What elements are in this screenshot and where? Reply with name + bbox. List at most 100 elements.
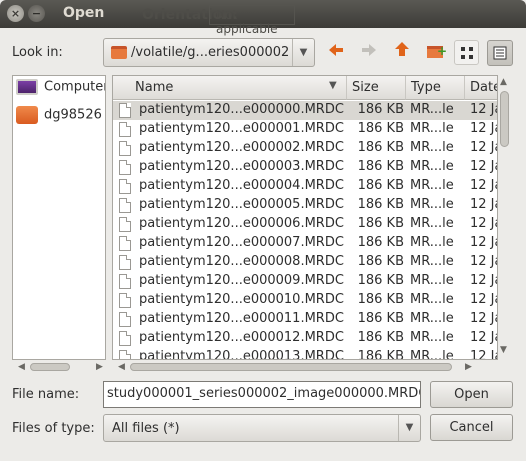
file-row[interactable]: patientym120...e000013.MRDC 186 KB MR...le… [113, 348, 497, 360]
file-date: 12 Ja [470, 102, 497, 117]
file-row[interactable]: patientym120...e000008.MRDC 186 KB MR...le… [113, 253, 497, 272]
file-row[interactable]: patientym120...e000007.MRDC 186 KB MR...le… [113, 234, 497, 253]
file-type: MR...le [410, 216, 454, 231]
column-name-label: Name [135, 80, 174, 95]
look-in-path: /volatile/g...eries000002 [131, 45, 290, 60]
files-of-type-combo[interactable]: All files (*) ▼ [103, 414, 421, 442]
file-date: 12 Ja [470, 216, 497, 231]
files-of-type-label: Files of type: [12, 421, 95, 436]
file-name-input[interactable]: study000001_series000002_image000000.MRD… [103, 381, 421, 408]
scroll-right-icon[interactable]: ▶ [96, 362, 103, 372]
file-size: 186 KB [357, 159, 404, 174]
forward-arrow-icon[interactable] [357, 40, 381, 64]
file-size: 186 KB [357, 216, 404, 231]
scrollbar-thumb[interactable] [500, 91, 509, 147]
file-row[interactable]: patientym120...e000009.MRDC 186 KB MR...le… [113, 272, 497, 291]
document-icon [119, 274, 131, 289]
title-bar: × − Open Orientation: Not applicable [0, 0, 526, 36]
file-row[interactable]: patientym120...e000001.MRDC 186 KB MR...le… [113, 120, 497, 139]
file-list-vertical-scrollbar[interactable]: ▲ ▼ [498, 75, 512, 360]
file-date: 12 Ja [470, 159, 497, 174]
file-date: 12 Ja [470, 273, 497, 288]
document-icon [119, 312, 131, 327]
file-row[interactable]: patientym120...e000012.MRDC 186 KB MR...le… [113, 329, 497, 348]
column-header-type[interactable]: Type [406, 76, 465, 100]
place-label: dg98526 [44, 107, 102, 123]
chevron-down-icon[interactable]: ▼ [292, 39, 314, 66]
file-type: MR...le [410, 292, 454, 307]
file-type: MR...le [410, 330, 454, 345]
file-row[interactable]: patientym120...e000003.MRDC 186 KB MR...le… [113, 158, 497, 177]
file-name: patientym120...e000005.MRDC [139, 197, 344, 212]
place-computer[interactable]: Computer [16, 79, 105, 103]
open-button[interactable]: Open [430, 381, 513, 408]
list-view-icon[interactable] [487, 40, 513, 66]
file-row[interactable]: patientym120...e000010.MRDC 186 KB MR...le… [113, 291, 497, 310]
column-header-name[interactable]: Name ▼ [113, 76, 347, 100]
scroll-up-icon[interactable]: ▲ [500, 77, 507, 87]
file-name: patientym120...e000007.MRDC [139, 235, 344, 250]
file-size: 186 KB [357, 178, 404, 193]
file-type: MR...le [410, 254, 454, 269]
file-name: patientym120...e000011.MRDC [139, 311, 344, 326]
file-date: 12 Ja [470, 121, 497, 136]
column-header-date[interactable]: Date [465, 76, 497, 100]
scroll-left-icon[interactable]: ◀ [18, 362, 25, 372]
scrollbar-thumb[interactable] [30, 363, 70, 371]
file-name: patientym120...e000009.MRDC [139, 273, 344, 288]
place-dg98526[interactable]: dg98526 [16, 106, 102, 130]
window-title: Open [63, 5, 105, 21]
document-icon [119, 179, 131, 194]
file-type: MR...le [410, 235, 454, 250]
file-row[interactable]: patientym120...e000005.MRDC 186 KB MR...le… [113, 196, 497, 215]
minimize-window-icon[interactable]: − [28, 5, 45, 22]
cancel-button[interactable]: Cancel [430, 414, 513, 441]
file-type: MR...le [410, 121, 454, 136]
scrollbar-thumb[interactable] [130, 363, 452, 371]
document-icon [119, 103, 131, 118]
file-date: 12 Ja [470, 197, 497, 212]
back-arrow-icon[interactable] [324, 40, 348, 64]
file-type: MR...le [410, 311, 454, 326]
new-folder-icon[interactable] [423, 39, 447, 64]
file-type: MR...le [410, 159, 454, 174]
places-horizontal-scrollbar[interactable]: ◀ ▶ [12, 360, 106, 374]
file-size: 186 KB [357, 121, 404, 136]
file-row[interactable]: patientym120...e000006.MRDC 186 KB MR...le… [113, 215, 497, 234]
file-name: patientym120...e000006.MRDC [139, 216, 344, 231]
file-name: patientym120...e000010.MRDC [139, 292, 344, 307]
file-list-horizontal-scrollbar[interactable]: ◀ ▶ [112, 360, 498, 374]
column-header-size[interactable]: Size [347, 76, 406, 100]
file-type: MR...le [410, 102, 454, 117]
file-size: 186 KB [357, 102, 404, 117]
close-window-icon[interactable]: × [7, 5, 24, 22]
computer-icon [16, 79, 38, 95]
document-icon [119, 198, 131, 213]
scroll-right-icon[interactable]: ▶ [465, 362, 472, 372]
file-date: 12 Ja [470, 178, 497, 193]
chevron-down-icon[interactable]: ▼ [398, 415, 420, 441]
look-in-combo[interactable]: /volatile/g...eries000002 ▼ [103, 38, 315, 67]
file-row[interactable]: patientym120...e000004.MRDC 186 KB MR...le… [113, 177, 497, 196]
file-row[interactable]: patientym120...e000011.MRDC 186 KB MR...le… [113, 310, 497, 329]
file-date: 12 Ja [470, 254, 497, 269]
file-list: Name ▼ Size Type Date patientym120...e000… [112, 75, 498, 360]
file-date: 12 Ja [470, 311, 497, 326]
file-name: patientym120...e000012.MRDC [139, 330, 344, 345]
file-name: patientym120...e000008.MRDC [139, 254, 344, 269]
file-date: 12 Ja [470, 349, 497, 360]
document-icon [119, 217, 131, 232]
up-arrow-icon[interactable] [390, 40, 414, 64]
file-name: patientym120...e000001.MRDC [139, 121, 344, 136]
folder-icon [16, 106, 38, 124]
file-name: patientym120...e000013.MRDC [139, 349, 344, 360]
file-size: 186 KB [357, 197, 404, 212]
icon-view-icon[interactable] [454, 40, 479, 65]
scroll-left-icon[interactable]: ◀ [118, 362, 125, 372]
file-date: 12 Ja [470, 235, 497, 250]
file-name: patientym120...e000002.MRDC [139, 140, 344, 155]
file-size: 186 KB [357, 349, 404, 360]
file-row[interactable]: patientym120...e000000.MRDC 186 KB MR...le… [113, 101, 497, 120]
scroll-down-icon[interactable]: ▼ [500, 345, 507, 355]
file-row[interactable]: patientym120...e000002.MRDC 186 KB MR...le… [113, 139, 497, 158]
